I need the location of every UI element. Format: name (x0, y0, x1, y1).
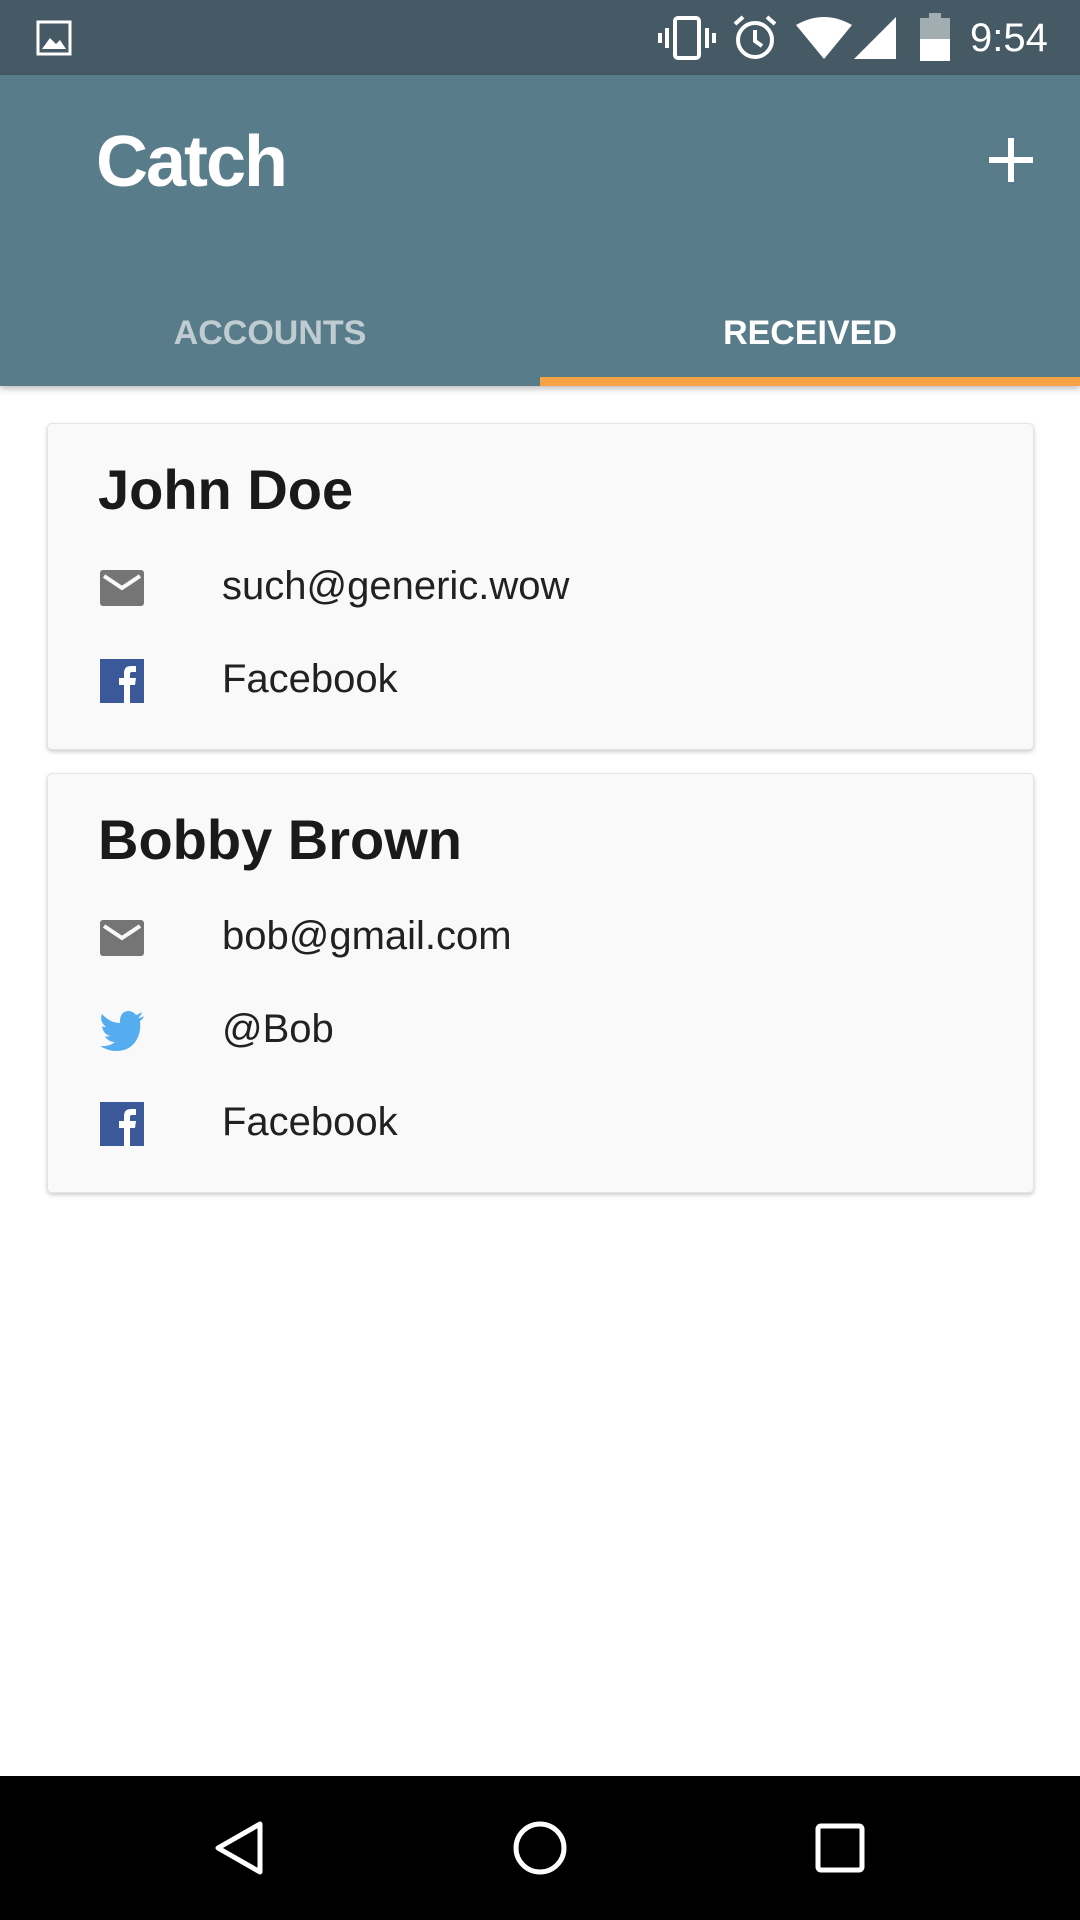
twitter-row[interactable]: @Bob (98, 999, 978, 1059)
home-icon (502, 1821, 578, 1890)
facebook-text: Facebook (222, 657, 398, 701)
email-icon (98, 914, 146, 962)
twitter-text: @Bob (222, 1007, 334, 1051)
facebook-row[interactable]: Facebook (98, 1092, 978, 1152)
home-button[interactable] (502, 1810, 578, 1886)
wifi-icon (796, 17, 852, 59)
status-bar: 9:54 (0, 0, 1080, 75)
facebook-row[interactable]: Facebook (98, 649, 978, 709)
contact-name: John Doe (98, 458, 354, 521)
screen: 9:54 Catch ACCOUNTS RECEIVED John Doe su… (0, 0, 1080, 1920)
status-time: 9:54 (970, 16, 1048, 60)
contact-name: Bobby Brown (98, 808, 462, 871)
facebook-text: Facebook (222, 1100, 398, 1144)
vibrate-icon (658, 16, 716, 60)
signal-icon (854, 17, 896, 59)
recents-button[interactable] (802, 1810, 878, 1886)
contact-card-bobby-brown[interactable]: Bobby Brown bob@gmail.com @Bob Facebook (47, 773, 1034, 1193)
facebook-icon (98, 657, 146, 705)
email-icon (98, 564, 146, 612)
plus-icon (976, 138, 1046, 199)
email-text: such@generic.wow (222, 564, 570, 608)
tab-accounts[interactable]: ACCOUNTS (0, 275, 540, 386)
twitter-icon (98, 1007, 146, 1055)
app-bar: Catch ACCOUNTS RECEIVED (0, 75, 1080, 386)
back-button[interactable] (202, 1810, 278, 1886)
back-icon (202, 1821, 278, 1890)
email-row[interactable]: bob@gmail.com (98, 906, 978, 966)
app-logo: Catch (96, 122, 288, 202)
tab-received[interactable]: RECEIVED (540, 275, 1080, 386)
contact-card-john-doe[interactable]: John Doe such@generic.wow Facebook (47, 423, 1034, 750)
add-button[interactable] (976, 125, 1046, 195)
alarm-icon (732, 15, 778, 61)
navigation-bar (0, 1776, 1080, 1920)
recents-icon (802, 1823, 878, 1890)
tab-bar: ACCOUNTS RECEIVED (0, 275, 1080, 386)
facebook-icon (98, 1100, 146, 1148)
picture-icon (36, 20, 72, 56)
email-text: bob@gmail.com (222, 914, 512, 958)
battery-icon (920, 13, 950, 61)
email-row[interactable]: such@generic.wow (98, 556, 978, 616)
tab-indicator (540, 377, 1080, 386)
